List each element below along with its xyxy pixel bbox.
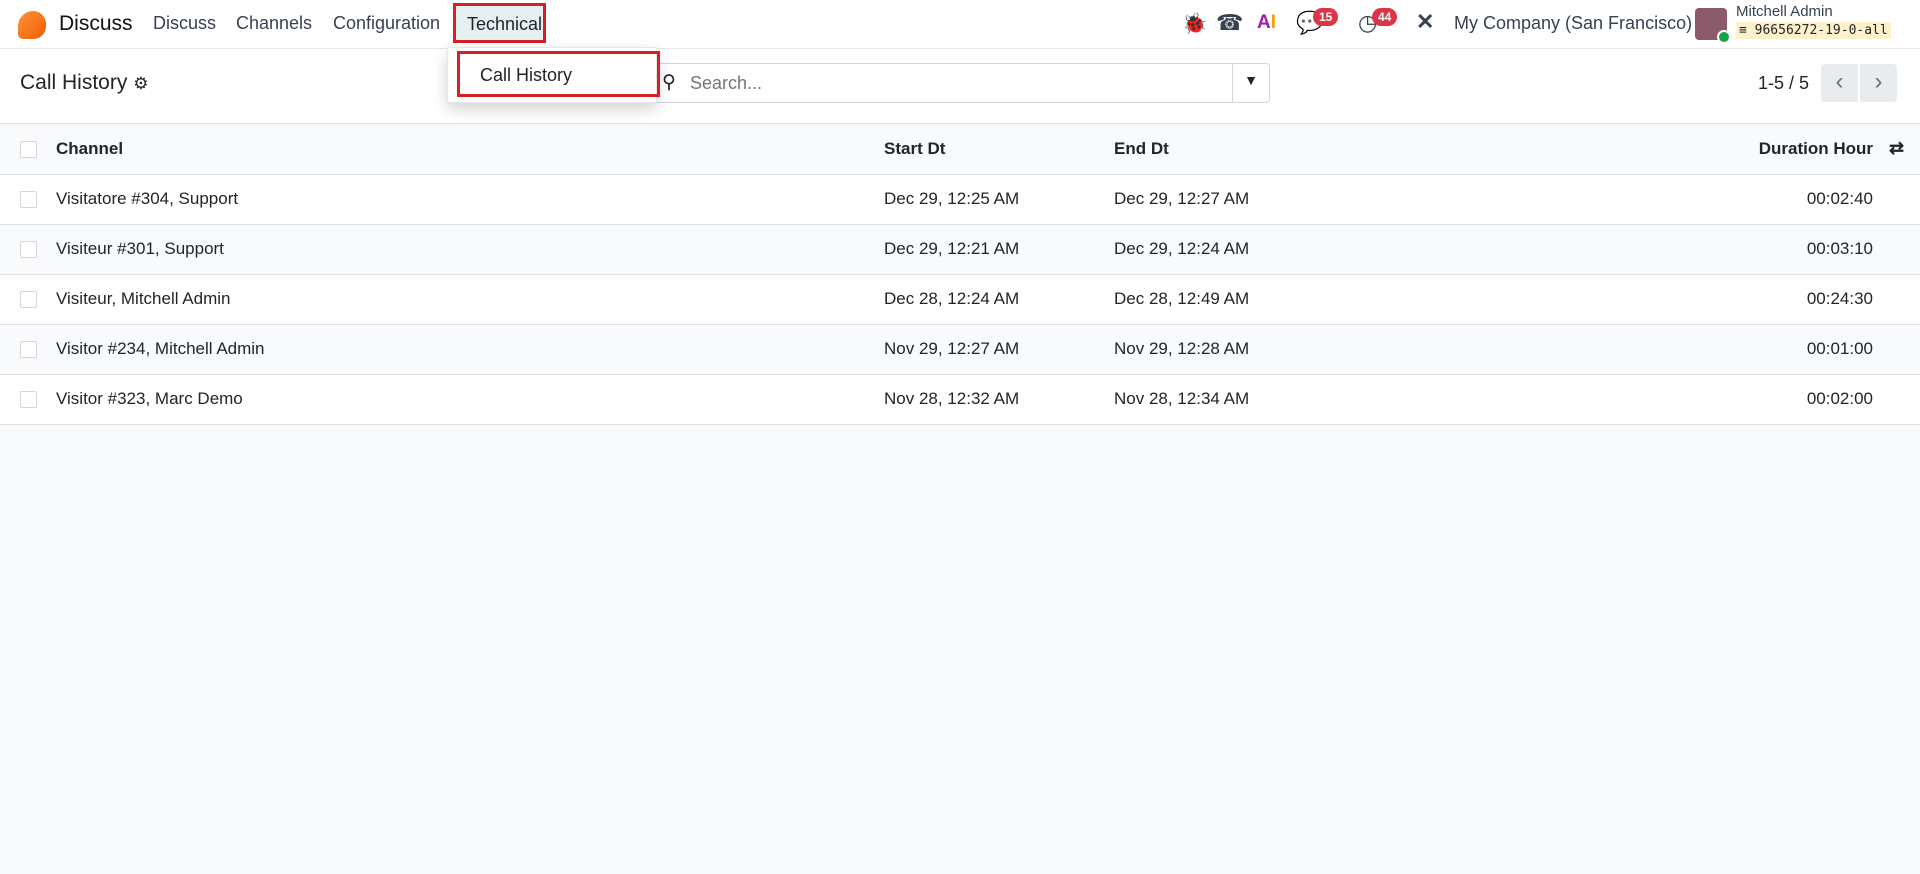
search-icon: ⚲ <box>662 72 676 93</box>
search-bar: ⚲ ▼ <box>649 63 1270 103</box>
navbar: Discuss Discuss Channels Configuration T… <box>0 0 1920 49</box>
database-name: 96656272-19-0-all <box>1754 23 1888 38</box>
optional-columns-icon[interactable]: ⇄ <box>1873 124 1920 175</box>
cell-duration: 00:02:40 <box>1525 174 1873 225</box>
cell-channel: Visiteur #301, Support <box>56 224 884 275</box>
cell-end-dt: Dec 29, 12:27 AM <box>1114 174 1526 225</box>
database-badge: ≡ 96656272-19-0-all <box>1736 22 1891 39</box>
breadcrumb: Call History <box>20 71 128 94</box>
cell-channel: Visitatore #304, Support <box>56 174 884 225</box>
online-status-icon <box>1717 30 1731 44</box>
debug-bug-icon[interactable]: 🐞 <box>1182 11 1207 36</box>
table-row[interactable]: Visiteur, Mitchell Admin Dec 28, 12:24 A… <box>0 274 1920 325</box>
search-options-toggle[interactable]: ▼ <box>1232 64 1269 102</box>
tools-icon[interactable]: ✕ <box>1416 9 1434 35</box>
cell-duration: 00:24:30 <box>1525 274 1873 325</box>
avatar[interactable] <box>1695 8 1731 44</box>
cell-start-dt: Dec 29, 12:25 AM <box>884 174 1114 225</box>
pager-next-button[interactable]: › <box>1860 64 1897 102</box>
cell-duration: 00:03:10 <box>1525 224 1873 275</box>
menu-discuss[interactable]: Discuss <box>153 13 216 34</box>
header-channel[interactable]: Channel <box>56 124 884 175</box>
phone-icon[interactable]: ☎ <box>1216 10 1243 36</box>
header-end-dt[interactable]: End Dt <box>1114 124 1526 175</box>
cell-channel: Visitor #323, Marc Demo <box>56 374 884 425</box>
cell-start-dt: Dec 29, 12:21 AM <box>884 224 1114 275</box>
search-input[interactable] <box>690 73 1210 94</box>
menu-item-call-history[interactable]: Call History <box>457 51 660 97</box>
header-start-dt[interactable]: Start Dt <box>884 124 1114 175</box>
control-panel: Call History ⚙ ⚲ ▼ 1-5 / 5 ‹ › <box>0 49 1920 124</box>
ai-icon[interactable]: AI <box>1257 12 1276 34</box>
menu-configuration[interactable]: Configuration <box>333 13 440 34</box>
cell-duration: 00:01:00 <box>1525 324 1873 375</box>
page-title: Call History ⚙ <box>20 71 148 95</box>
chat-badge: 15 <box>1313 8 1339 26</box>
cell-end-dt: Dec 28, 12:49 AM <box>1114 274 1526 325</box>
pager-previous-button[interactable]: ‹ <box>1821 64 1858 102</box>
table-header: Channel Start Dt End Dt Duration Hour ⇄ <box>0 124 1920 175</box>
table-row[interactable]: Visitor #234, Mitchell Admin Nov 29, 12:… <box>0 324 1920 375</box>
menu-technical[interactable]: Technical <box>453 3 546 43</box>
user-name[interactable]: Mitchell Admin <box>1736 3 1833 20</box>
select-all-checkbox[interactable] <box>20 140 37 158</box>
cell-start-dt: Nov 29, 12:27 AM <box>884 324 1114 375</box>
table-row[interactable]: Visiteur #301, Support Dec 29, 12:21 AM … <box>0 224 1920 275</box>
cell-channel: Visitor #234, Mitchell Admin <box>56 324 884 375</box>
row-checkbox[interactable] <box>20 391 37 409</box>
gear-icon[interactable]: ⚙ <box>133 74 148 93</box>
cell-channel: Visiteur, Mitchell Admin <box>56 274 884 325</box>
row-checkbox[interactable] <box>20 191 37 209</box>
table-row[interactable]: Visitor #323, Marc Demo Nov 28, 12:32 AM… <box>0 374 1920 425</box>
cell-end-dt: Nov 28, 12:34 AM <box>1114 374 1526 425</box>
cell-start-dt: Nov 28, 12:32 AM <box>884 374 1114 425</box>
row-checkbox[interactable] <box>20 341 37 359</box>
pager-value[interactable]: 1-5 / 5 <box>1758 73 1809 94</box>
company-switcher[interactable]: My Company (San Francisco) <box>1454 13 1692 34</box>
app-logo-icon[interactable] <box>18 11 46 39</box>
cell-end-dt: Dec 29, 12:24 AM <box>1114 224 1526 275</box>
row-checkbox[interactable] <box>20 241 37 259</box>
cell-end-dt: Nov 29, 12:28 AM <box>1114 324 1526 375</box>
call-history-table: Channel Start Dt End Dt Duration Hour ⇄ … <box>0 124 1920 425</box>
menu-channels[interactable]: Channels <box>236 13 312 34</box>
cell-start-dt: Dec 28, 12:24 AM <box>884 274 1114 325</box>
cell-duration: 00:02:00 <box>1525 374 1873 425</box>
header-duration-hour[interactable]: Duration Hour <box>1525 124 1873 175</box>
row-checkbox[interactable] <box>20 291 37 309</box>
table-row[interactable]: Visitatore #304, Support Dec 29, 12:25 A… <box>0 174 1920 225</box>
technical-dropdown: Call History <box>447 47 660 103</box>
app-brand[interactable]: Discuss <box>59 12 133 36</box>
activity-badge: 44 <box>1372 8 1398 26</box>
